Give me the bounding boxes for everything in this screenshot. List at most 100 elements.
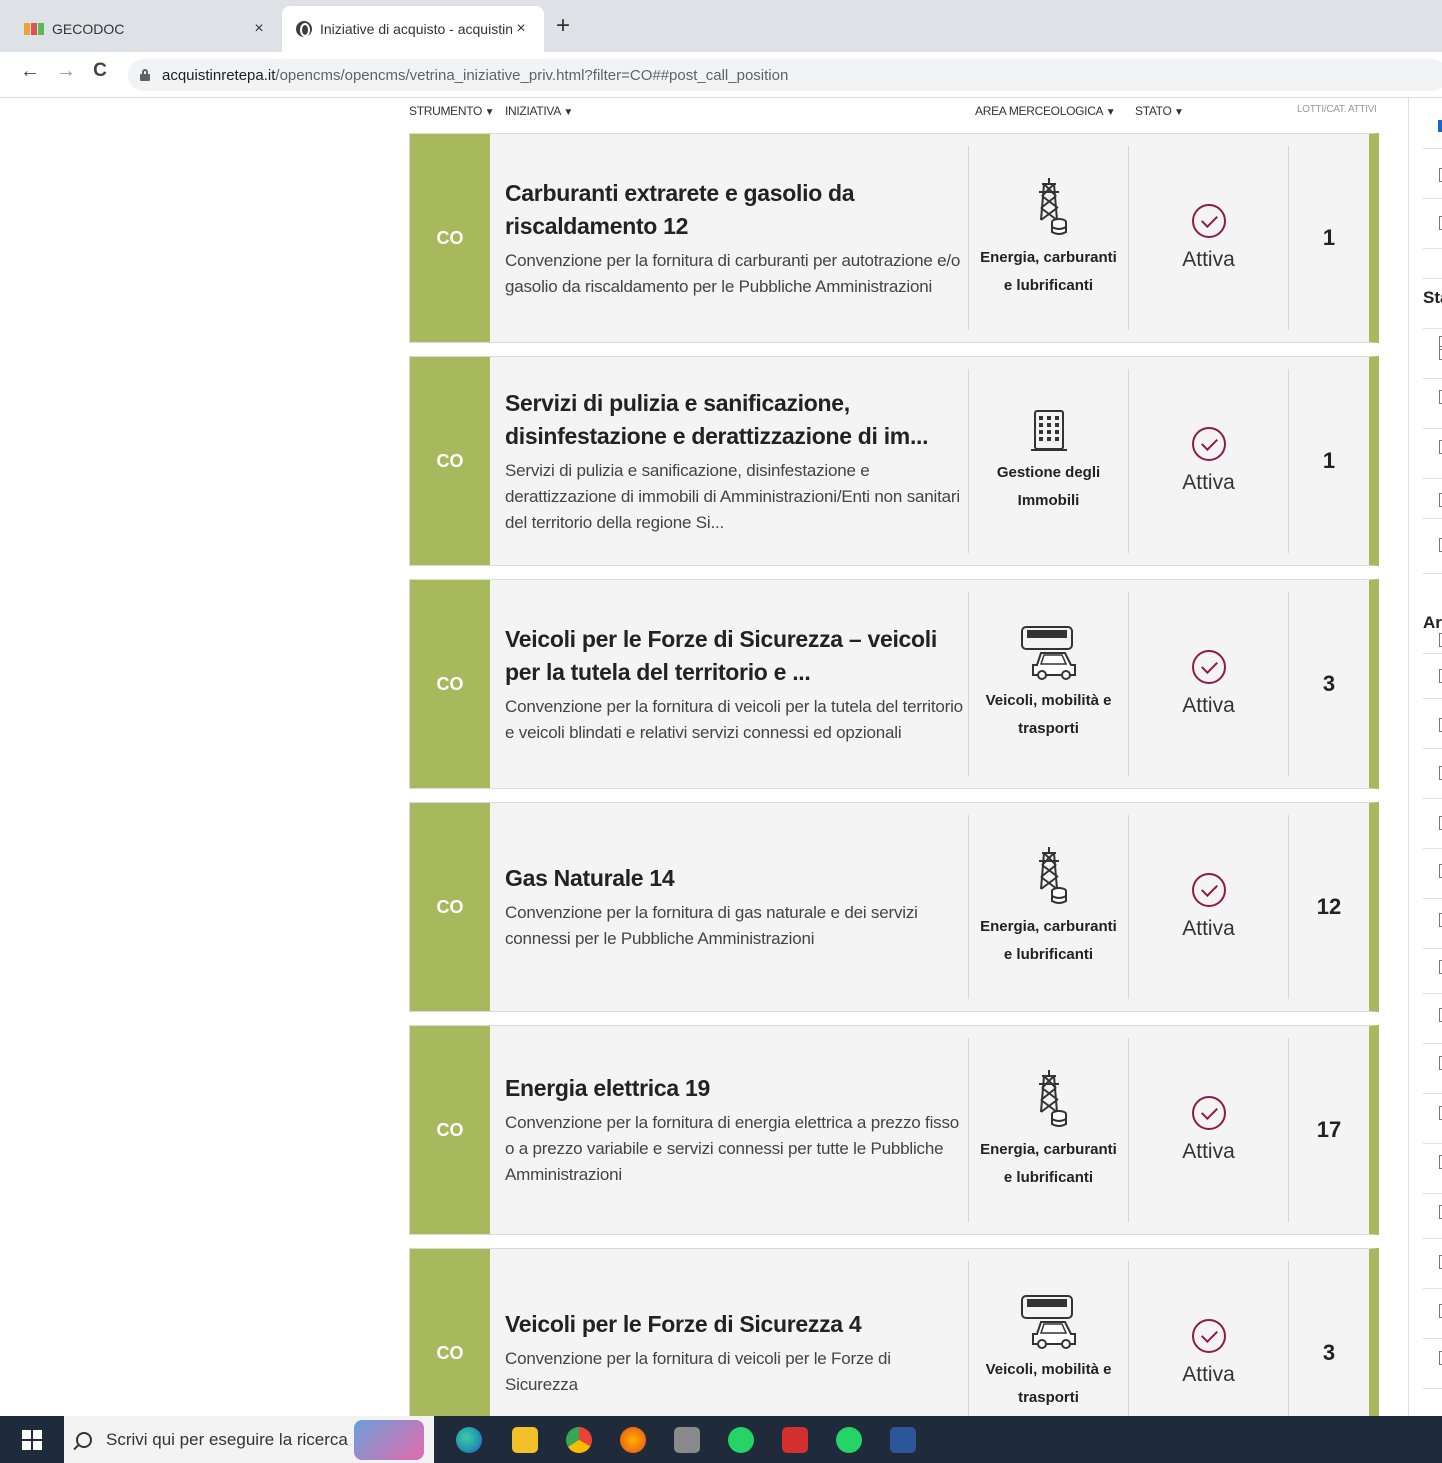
check-circle-icon bbox=[1191, 1319, 1226, 1353]
energy-tower-icon bbox=[1037, 177, 1067, 235]
initiative-row[interactable]: CO Servizi di pulizia e sanificazione, di… bbox=[409, 356, 1379, 566]
lotti-count: 12 bbox=[1316, 894, 1342, 919]
filter-divider bbox=[1423, 428, 1442, 429]
initiative-title[interactable]: Servizi di pulizia e sanificazione, disi… bbox=[505, 387, 965, 453]
search-placeholder: Scrivi qui per eseguire la ricerca bbox=[106, 1429, 348, 1449]
tab-iniziative[interactable]: Iniziative di acquisto - acquistinre × bbox=[282, 6, 544, 52]
area-merceologica-cell: Energia, carburanti e lubrificanti bbox=[968, 815, 1128, 999]
strumento-badge: CO bbox=[410, 1026, 490, 1234]
filter-divider bbox=[1423, 328, 1442, 329]
initiative-title[interactable]: Gas Naturale 14 bbox=[505, 862, 965, 895]
initiative-title[interactable]: Energia elettrica 19 bbox=[505, 1072, 965, 1105]
initiative-description: Convenzione per la fornitura di gas natu… bbox=[505, 903, 918, 948]
filter-divider bbox=[1423, 1338, 1442, 1339]
whatsapp-icon[interactable] bbox=[728, 1427, 754, 1453]
chrome-browser-icon[interactable] bbox=[566, 1427, 592, 1453]
area-label-line1: Energia, carburanti bbox=[980, 1141, 1117, 1158]
initiative-description: Convenzione per la fornitura di carburan… bbox=[505, 250, 961, 296]
initiative-row[interactable]: CO Gas Naturale 14 Convenzione per la forn… bbox=[409, 802, 1379, 1012]
energy-tower-icon bbox=[1037, 846, 1067, 904]
lotti-count: 1 bbox=[1322, 225, 1336, 250]
header-stato[interactable]: STATO bbox=[1135, 104, 1184, 118]
initiative-title[interactable]: Veicoli per le Forze di Sicurezza 4 bbox=[505, 1308, 965, 1341]
lotti-cell: 12 bbox=[1288, 815, 1369, 999]
area-label-line2: e lubrificanti bbox=[1003, 277, 1094, 294]
windows-start-icon[interactable] bbox=[22, 1430, 42, 1450]
check-circle-icon bbox=[1191, 873, 1226, 907]
filter-divider bbox=[1423, 378, 1442, 379]
globe-favicon-icon bbox=[296, 21, 312, 37]
filter-sidebar: Sta Are bbox=[1408, 98, 1442, 1416]
stato-label: Attiva bbox=[1182, 1363, 1235, 1386]
area-label: Veicoli, mobilità e trasporti bbox=[986, 1356, 1112, 1412]
stato-label: Attiva bbox=[1182, 1140, 1235, 1163]
lotti-count: 3 bbox=[1322, 671, 1336, 696]
initiative-info: Servizi di pulizia e sanificazione, disi… bbox=[505, 357, 965, 565]
windows-taskbar: Scrivi qui per eseguire la ricerca bbox=[0, 1416, 1442, 1463]
whatsapp-business-icon[interactable] bbox=[836, 1427, 862, 1453]
filter-section-area: Are bbox=[1423, 613, 1442, 632]
area-merceologica-cell: Energia, carburanti e lubrificanti bbox=[968, 1038, 1128, 1222]
area-label-line1: Energia, carburanti bbox=[980, 918, 1117, 935]
search-highlight-icon[interactable] bbox=[354, 1420, 424, 1460]
strumento-badge: CO bbox=[410, 580, 490, 788]
forward-button[interactable]: → bbox=[52, 60, 80, 83]
file-explorer-icon[interactable] bbox=[512, 1427, 538, 1453]
area-label-line2: Immobili bbox=[1017, 492, 1080, 509]
initiative-info: Energia elettrica 19 Convenzione per la f… bbox=[505, 1026, 965, 1234]
lock-icon[interactable] bbox=[140, 69, 150, 81]
filter-divider bbox=[1423, 518, 1442, 519]
header-strumento-label: STRUMENTO bbox=[409, 104, 483, 118]
area-label: Energia, carburanti e lubrificanti bbox=[980, 913, 1117, 969]
initiative-row[interactable]: CO Energia elettrica 19 Convenzione per la… bbox=[409, 1025, 1379, 1235]
area-label-line2: trasporti bbox=[1018, 1389, 1079, 1406]
initiative-row[interactable]: CO Carburanti extrarete e gasolio da risc… bbox=[409, 133, 1379, 343]
vehicles-icon bbox=[1020, 626, 1076, 680]
lotti-count: 17 bbox=[1316, 1117, 1342, 1142]
filter-divider bbox=[1423, 698, 1442, 699]
header-lotti[interactable]: LOTTI/CAT. ATTIVI bbox=[1297, 104, 1377, 115]
filter-divider bbox=[1423, 278, 1442, 279]
firefox-browser-icon[interactable] bbox=[620, 1427, 646, 1453]
tab-gecodoc[interactable]: GECODOC × bbox=[10, 6, 282, 52]
initiative-row[interactable]: CO Veicoli per le Forze di Sicurezza – ve… bbox=[409, 579, 1379, 789]
gecodoc-favicon-icon bbox=[24, 23, 44, 35]
new-tab-button[interactable]: + bbox=[556, 12, 570, 40]
url-input[interactable]: acquistinretepa.it /opencms/opencms/vetr… bbox=[128, 59, 1442, 91]
header-strumento[interactable]: STRUMENTO bbox=[409, 104, 494, 118]
strumento-badge: CO bbox=[410, 134, 490, 342]
back-button[interactable]: ← bbox=[16, 60, 44, 83]
area-merceologica-cell: Energia, carburanti e lubrificanti bbox=[968, 146, 1128, 330]
check-circle-icon bbox=[1191, 427, 1226, 461]
header-area[interactable]: AREA MERCEOLOGICA bbox=[975, 104, 1115, 118]
url-path: /opencms/opencms/vetrina_iniziative_priv… bbox=[275, 66, 789, 84]
url-domain: acquistinretepa.it bbox=[162, 66, 276, 84]
stato-label: Attiva bbox=[1182, 248, 1235, 271]
initiative-title[interactable]: Carburanti extrarete e gasolio da riscal… bbox=[505, 177, 965, 243]
edge-browser-icon[interactable] bbox=[456, 1427, 482, 1453]
lotti-cell: 1 bbox=[1288, 146, 1369, 330]
tab-close-icon[interactable]: × bbox=[250, 20, 268, 38]
initiative-description: Convenzione per la fornitura di veicoli … bbox=[505, 1349, 891, 1394]
filter-checkbox-selected[interactable] bbox=[1438, 120, 1442, 132]
reload-button[interactable]: C bbox=[86, 60, 114, 82]
lotti-cell: 17 bbox=[1288, 1038, 1369, 1222]
initiative-description: Servizi di pulizia e sanificazione, disi… bbox=[505, 460, 960, 532]
area-label-line2: trasporti bbox=[1018, 720, 1079, 737]
check-circle-icon bbox=[1191, 204, 1226, 238]
image-app-icon[interactable] bbox=[674, 1427, 700, 1453]
filter-divider bbox=[1423, 198, 1442, 199]
acrobat-reader-icon[interactable] bbox=[782, 1427, 808, 1453]
word-icon[interactable] bbox=[890, 1427, 916, 1453]
area-label-line2: e lubrificanti bbox=[1003, 1169, 1094, 1186]
tab-close-icon[interactable]: × bbox=[512, 20, 530, 38]
area-label-line1: Veicoli, mobilità e bbox=[985, 1361, 1112, 1378]
vehicles-icon bbox=[1020, 1295, 1076, 1349]
initiative-title[interactable]: Veicoli per le Forze di Sicurezza – veic… bbox=[505, 623, 965, 689]
stato-cell: Attiva bbox=[1128, 815, 1288, 999]
address-toolbar: ← → C acquistinretepa.it /opencms/opencm… bbox=[0, 52, 1442, 98]
filter-divider bbox=[1423, 653, 1442, 654]
header-iniziativa[interactable]: INIZIATIVA bbox=[505, 104, 573, 118]
lotti-count: 3 bbox=[1322, 1340, 1336, 1365]
area-label: Energia, carburanti e lubrificanti bbox=[980, 244, 1117, 300]
